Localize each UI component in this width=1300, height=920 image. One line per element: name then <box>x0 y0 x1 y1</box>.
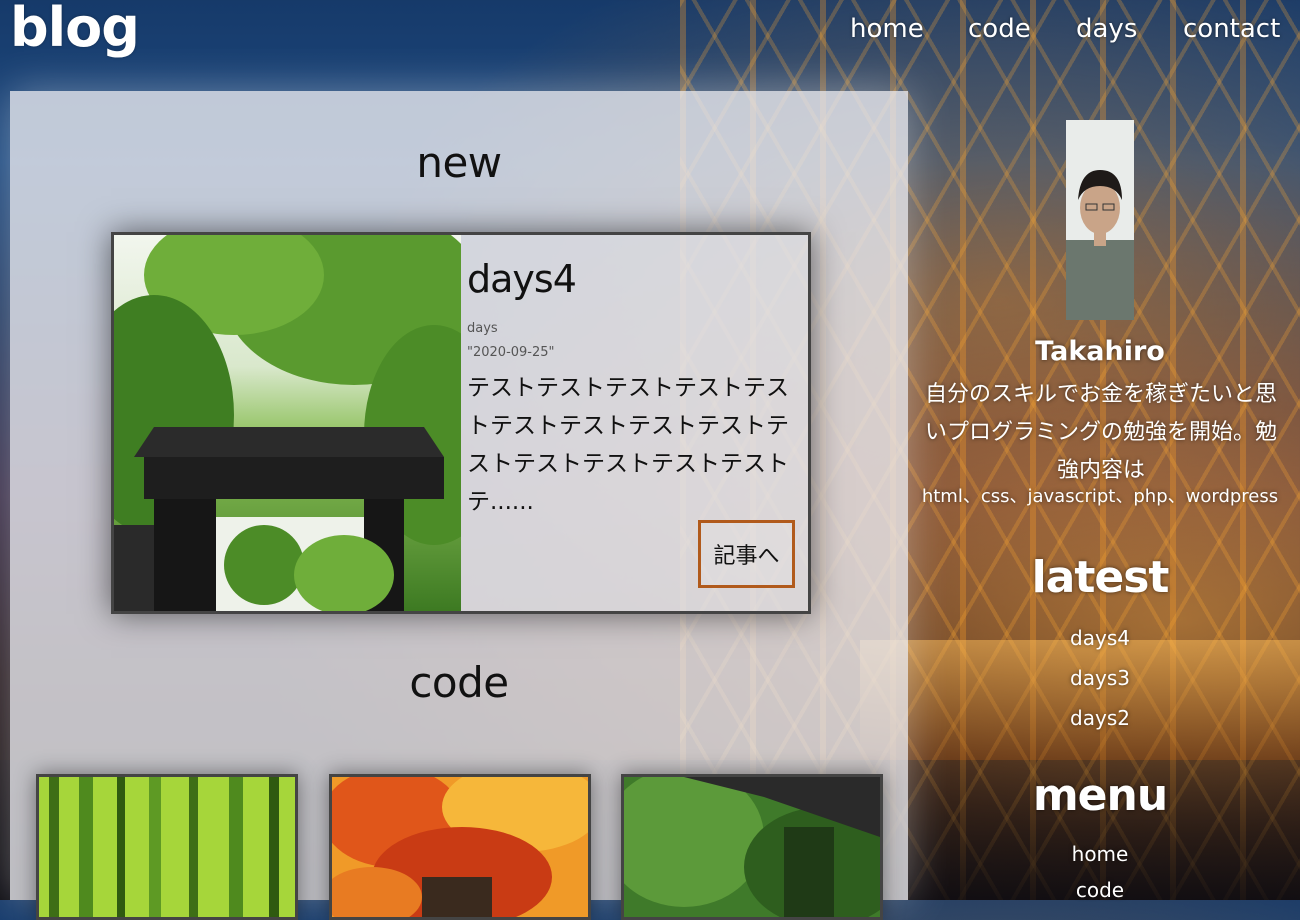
main-panel: new days4 days "2020-09-25" テストテストテストテスト… <box>10 91 908 920</box>
read-article-button[interactable]: 記事へ <box>698 520 795 588</box>
latest-link-days4[interactable]: days4 <box>910 626 1290 650</box>
menu-link-home[interactable]: home <box>910 842 1290 866</box>
profile-skills: html、css、javascript、php、wordpress <box>921 486 1279 507</box>
post-category: days <box>467 321 498 336</box>
post-date: "2020-09-25" <box>467 345 555 360</box>
section-title-new: new <box>416 138 502 187</box>
latest-post-card: days4 days "2020-09-25" テストテストテストテストテストテ… <box>111 232 811 614</box>
post-body: days4 days "2020-09-25" テストテストテストテストテストテ… <box>461 235 808 611</box>
nav-home[interactable]: home <box>850 14 924 44</box>
post-title[interactable]: days4 <box>467 257 577 301</box>
avatar <box>1066 120 1134 320</box>
latest-link-days2[interactable]: days2 <box>910 706 1290 730</box>
profile-name: Takahiro <box>1035 336 1165 367</box>
background-bridge-deck <box>860 640 1300 760</box>
latest-heading: latest <box>1031 552 1170 603</box>
nav-days[interactable]: days <box>1076 14 1137 44</box>
site-logo[interactable]: blog <box>10 0 140 59</box>
bamboo-forest-image <box>39 777 295 917</box>
post-excerpt: テストテストテストテストテストテストテストテストテストテストテストテストテストテ… <box>467 375 789 515</box>
nav-code[interactable]: code <box>968 14 1031 44</box>
code-thumb-2[interactable] <box>329 774 591 920</box>
menu-link-code[interactable]: code <box>910 878 1290 902</box>
green-forest-image <box>624 777 880 917</box>
menu-heading: menu <box>1032 770 1168 821</box>
code-thumb-1[interactable] <box>36 774 298 920</box>
autumn-maple-image <box>332 777 588 917</box>
section-title-code: code <box>409 658 509 707</box>
post-thumbnail-image[interactable] <box>114 235 461 611</box>
code-thumb-3[interactable] <box>621 774 883 920</box>
latest-link-days3[interactable]: days3 <box>910 666 1290 690</box>
nav-contact[interactable]: contact <box>1183 14 1280 44</box>
profile-bio: 自分のスキルでお金を稼ぎたいと思いプログラミングの勉強を開始。勉強内容は <box>924 382 1277 483</box>
